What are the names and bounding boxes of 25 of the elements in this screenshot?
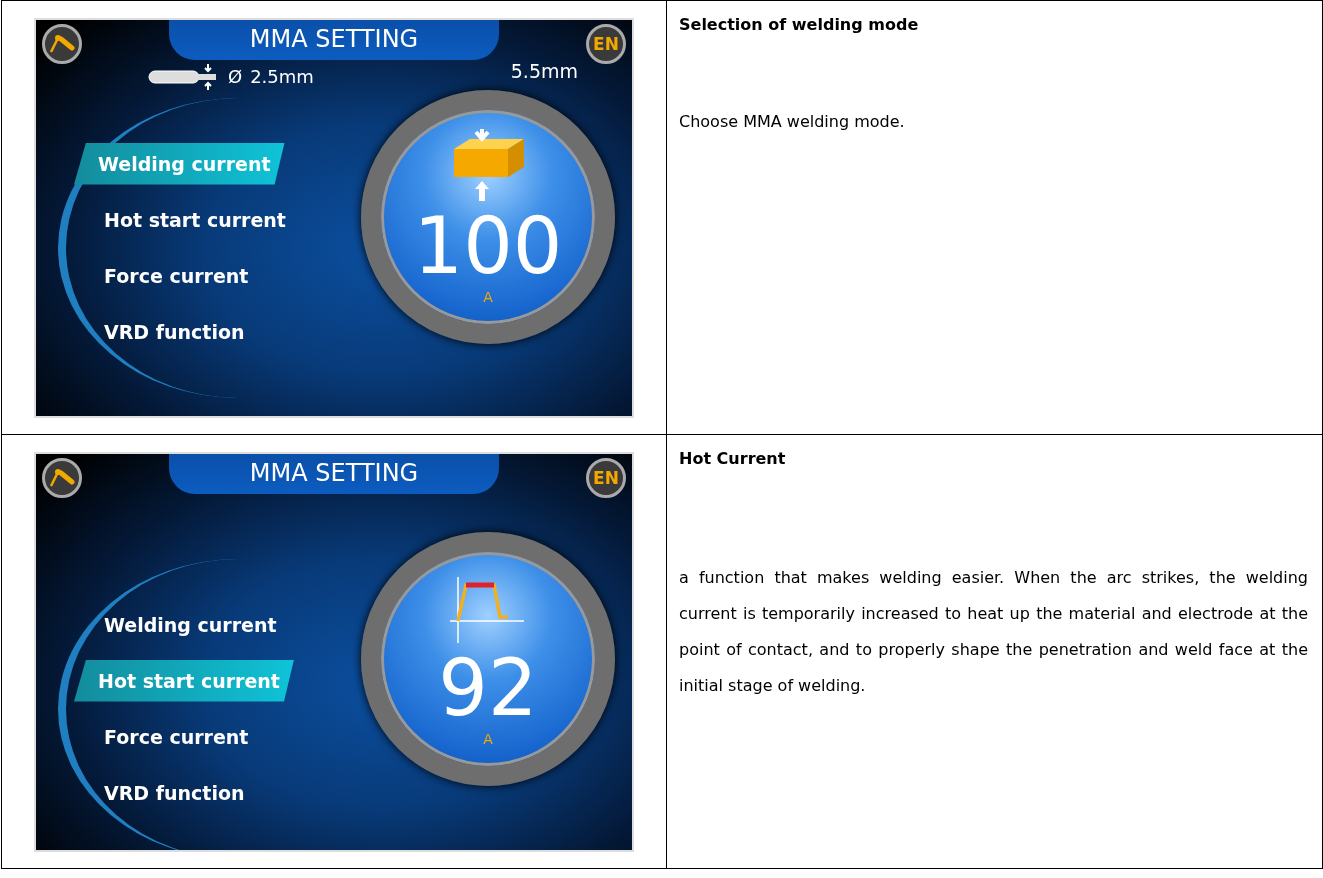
plate-thickness: 5.5mm (510, 59, 578, 84)
language-button[interactable]: EN (586, 457, 626, 498)
electrode-diameter: 2.5mm (250, 66, 314, 87)
value-dial[interactable]: 100 A (361, 89, 615, 344)
language-button[interactable]: EN (586, 23, 626, 64)
menu-item[interactable]: Hot start current (74, 198, 300, 241)
screen-title: MMA SETTING (169, 19, 499, 60)
welding-torch-button[interactable] (42, 457, 82, 498)
value-dial[interactable]: 92 A (361, 531, 615, 786)
section-heading: Hot Current (679, 449, 787, 468)
section-text: a function that makes welding easier. When the arc strikes, the welding current is temporarily increased to heat up the material and electrode at the point of contact, and to properly shape the penetration and weld face at the initial stage of welding. (679, 567, 1308, 697)
menu-item[interactable]: Force current (74, 254, 263, 297)
menu-item[interactable]: Welding current (74, 603, 291, 646)
menu-item[interactable]: VRD function (74, 310, 259, 353)
menu-item[interactable]: Force current (74, 715, 263, 758)
dial-value: 92 (438, 648, 538, 727)
dial-unit: A (483, 730, 493, 747)
menu-item[interactable]: VRD function (74, 771, 259, 814)
welding-torch-button[interactable] (42, 23, 82, 64)
dial-value: 100 (413, 206, 563, 285)
screen-title: MMA SETTING (169, 453, 499, 494)
diameter-symbol: Ø (228, 66, 243, 87)
section-text: Choose MMA welding mode. (679, 111, 906, 133)
section-heading: Selection of welding mode (679, 15, 920, 34)
dial-unit: A (483, 288, 493, 305)
